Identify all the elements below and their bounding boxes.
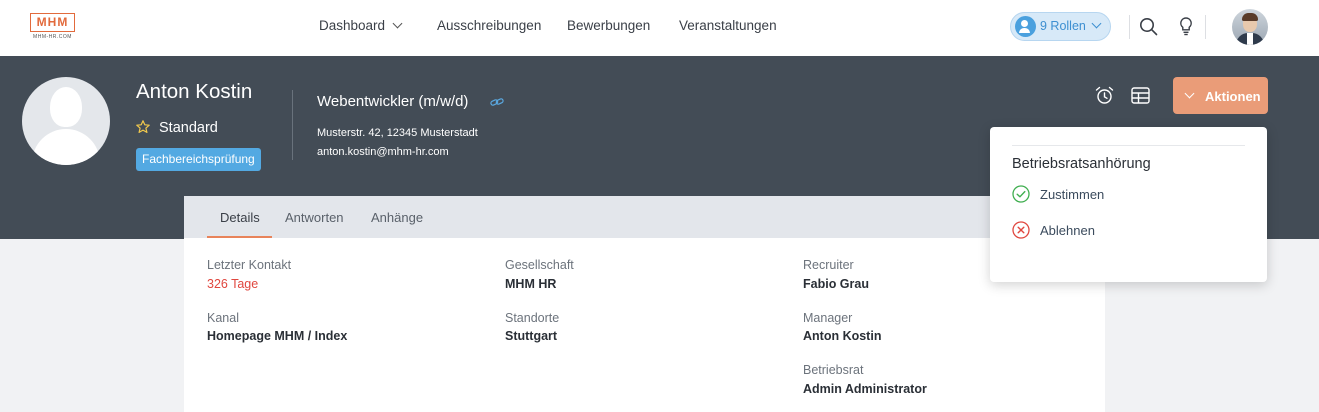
nav-ausschreibungen[interactable]: Ausschreibungen xyxy=(437,18,541,33)
profile-picture-placeholder xyxy=(22,77,110,165)
alarm-clock-icon[interactable] xyxy=(1095,86,1114,105)
table-icon[interactable] xyxy=(1131,87,1150,104)
x-circle-icon xyxy=(1012,221,1030,239)
candidate-email[interactable]: anton.kostin@mhm-hr.com xyxy=(317,146,449,158)
silhouette-head xyxy=(50,87,82,127)
user-avatar[interactable] xyxy=(1232,9,1268,45)
actions-dropdown: Betriebsratsanhörung Zustimmen Ablehnen xyxy=(990,127,1267,282)
field-value-locations: Stuttgart xyxy=(505,329,558,343)
divider xyxy=(1012,145,1245,146)
field-label-locations: Standorte xyxy=(505,311,560,325)
tab-anhaenge[interactable]: Anhänge xyxy=(371,210,423,225)
link-icon[interactable] xyxy=(490,97,504,107)
chevron-down-icon xyxy=(392,18,403,29)
details-card: Details Antworten Anhänge Letzter Kontak… xyxy=(184,196,1105,412)
field-value-works-council: Admin Administrator xyxy=(803,382,927,396)
search-icon[interactable] xyxy=(1139,17,1158,36)
roles-label: 9 Rollen xyxy=(1040,19,1086,33)
actions-button[interactable]: Aktionen xyxy=(1173,77,1268,114)
field-label-works-council: Betriebsrat xyxy=(803,363,864,377)
nav-veranstaltungen[interactable]: Veranstaltungen xyxy=(679,18,777,33)
user-roles-icon xyxy=(1015,16,1036,37)
divider xyxy=(1129,15,1130,39)
avatar-shirt xyxy=(1247,33,1253,45)
field-value-recruiter: Fabio Grau xyxy=(803,277,869,291)
divider xyxy=(1205,15,1206,39)
field-value-channel: Homepage MHM / Index xyxy=(207,329,348,343)
field-value-company: MHM HR xyxy=(505,277,557,291)
check-circle-icon xyxy=(1012,185,1030,203)
logo-mark: MHM xyxy=(30,13,75,32)
field-label-recruiter: Recruiter xyxy=(803,258,854,272)
star-icon[interactable] xyxy=(136,120,150,134)
dropdown-heading: Betriebsratsanhörung xyxy=(1012,156,1151,172)
active-tab-indicator xyxy=(207,236,272,238)
divider xyxy=(292,90,293,160)
field-label-manager: Manager xyxy=(803,311,853,325)
tab-details[interactable]: Details xyxy=(220,210,260,225)
silhouette-body xyxy=(32,129,100,165)
chevron-down-icon xyxy=(1184,88,1195,99)
tab-bar: Details Antworten Anhänge xyxy=(184,196,1105,238)
field-label-last-contact: Letzter Kontakt xyxy=(207,258,292,272)
company-logo[interactable]: MHM MHM-HR.COM xyxy=(30,13,75,43)
actions-label: Aktionen xyxy=(1205,89,1261,104)
avatar-hair xyxy=(1242,13,1258,21)
status-badge: Fachbereichsprüfung xyxy=(136,148,261,171)
job-title: Webentwickler (m/w/d) xyxy=(317,93,469,110)
candidate-address: Musterstr. 42, 12345 Musterstadt xyxy=(317,127,478,139)
reject-label: Ablehnen xyxy=(1040,223,1095,238)
field-value-last-contact: 326 Tage xyxy=(207,277,259,291)
lightbulb-icon[interactable] xyxy=(1177,16,1195,36)
top-navigation: MHM MHM-HR.COM Dashboard Ausschreibungen… xyxy=(0,0,1319,56)
roles-selector[interactable]: 9 Rollen xyxy=(1010,12,1111,41)
candidate-name: Anton Kostin xyxy=(136,80,253,103)
nav-dashboard[interactable]: Dashboard xyxy=(319,18,403,33)
chevron-down-icon xyxy=(1091,18,1102,29)
candidate-level: Standard xyxy=(159,120,218,136)
field-value-manager: Anton Kostin xyxy=(803,329,882,343)
approve-label: Zustimmen xyxy=(1040,187,1105,202)
nav-bewerbungen[interactable]: Bewerbungen xyxy=(567,18,650,33)
nav-dashboard-label: Dashboard xyxy=(319,18,386,33)
tab-antworten[interactable]: Antworten xyxy=(285,210,344,225)
logo-subtext: MHM-HR.COM xyxy=(33,34,72,40)
field-label-company: Gesellschaft xyxy=(505,258,574,272)
field-label-channel: Kanal xyxy=(207,311,239,325)
